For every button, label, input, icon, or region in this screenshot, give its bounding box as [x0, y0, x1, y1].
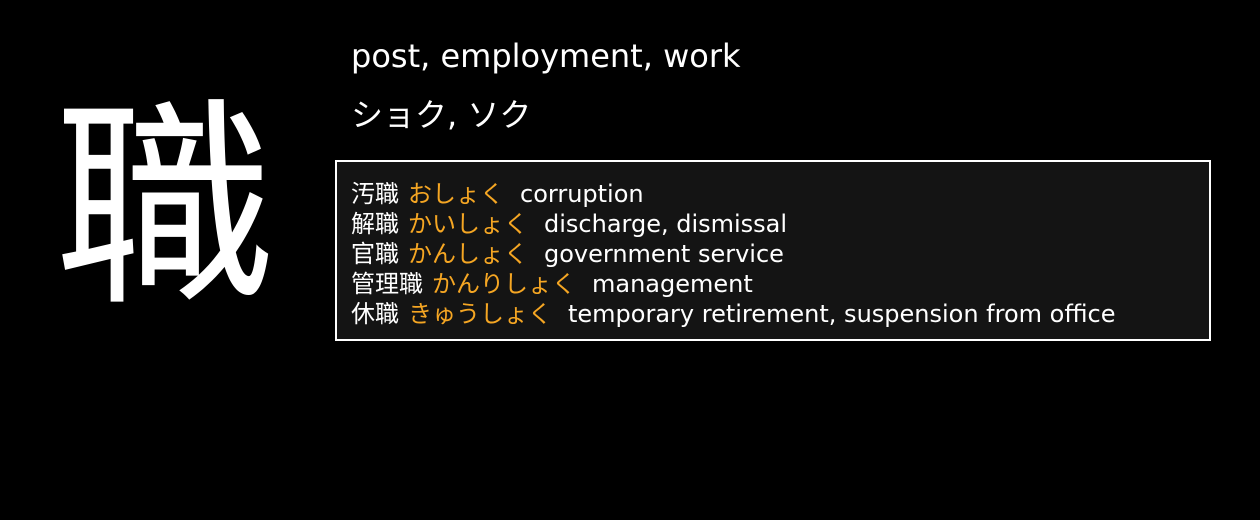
vocabulary-gloss: management: [592, 270, 753, 298]
vocabulary-item: 休職 きゅうしょく temporary retirement, suspension…: [351, 299, 1116, 329]
vocabulary-word: 汚職: [351, 180, 399, 208]
vocabulary-gloss: government service: [544, 240, 784, 268]
vocabulary-gloss: corruption: [520, 180, 644, 208]
vocabulary-word: 官職: [351, 240, 399, 268]
vocabulary-item: 管理職 かんりしょく management: [351, 269, 1116, 299]
kanji-readings: ショク, ソク: [351, 96, 532, 134]
vocabulary-gloss: discharge, dismissal: [544, 210, 788, 238]
vocabulary-reading: かんりしょく: [432, 270, 576, 298]
kanji-meaning: post, employment, work: [351, 37, 741, 75]
vocabulary-item: 解職 かいしょく discharge, dismissal: [351, 209, 1116, 239]
vocabulary-item: 汚職 おしょく corruption: [351, 179, 1116, 209]
vocabulary-list: 汚職 おしょく corruption 解職 かいしょく discharge, dismi…: [351, 179, 1116, 329]
vocabulary-reading: かいしょく: [408, 210, 528, 238]
vocabulary-reading: かんしょく: [408, 240, 528, 268]
vocabulary-word: 休職: [351, 300, 399, 328]
vocabulary-word: 管理職: [351, 270, 423, 298]
kanji-character: 職: [54, 80, 275, 336]
vocabulary-word: 解職: [351, 210, 399, 238]
vocabulary-reading: おしょく: [408, 180, 504, 208]
vocabulary-item: 官職 かんしょく government service: [351, 239, 1116, 269]
vocabulary-gloss: temporary retirement, suspension from of…: [568, 300, 1116, 328]
vocabulary-box: 汚職 おしょく corruption 解職 かいしょく discharge, dismi…: [335, 160, 1211, 341]
vocabulary-reading: きゅうしょく: [408, 300, 552, 328]
